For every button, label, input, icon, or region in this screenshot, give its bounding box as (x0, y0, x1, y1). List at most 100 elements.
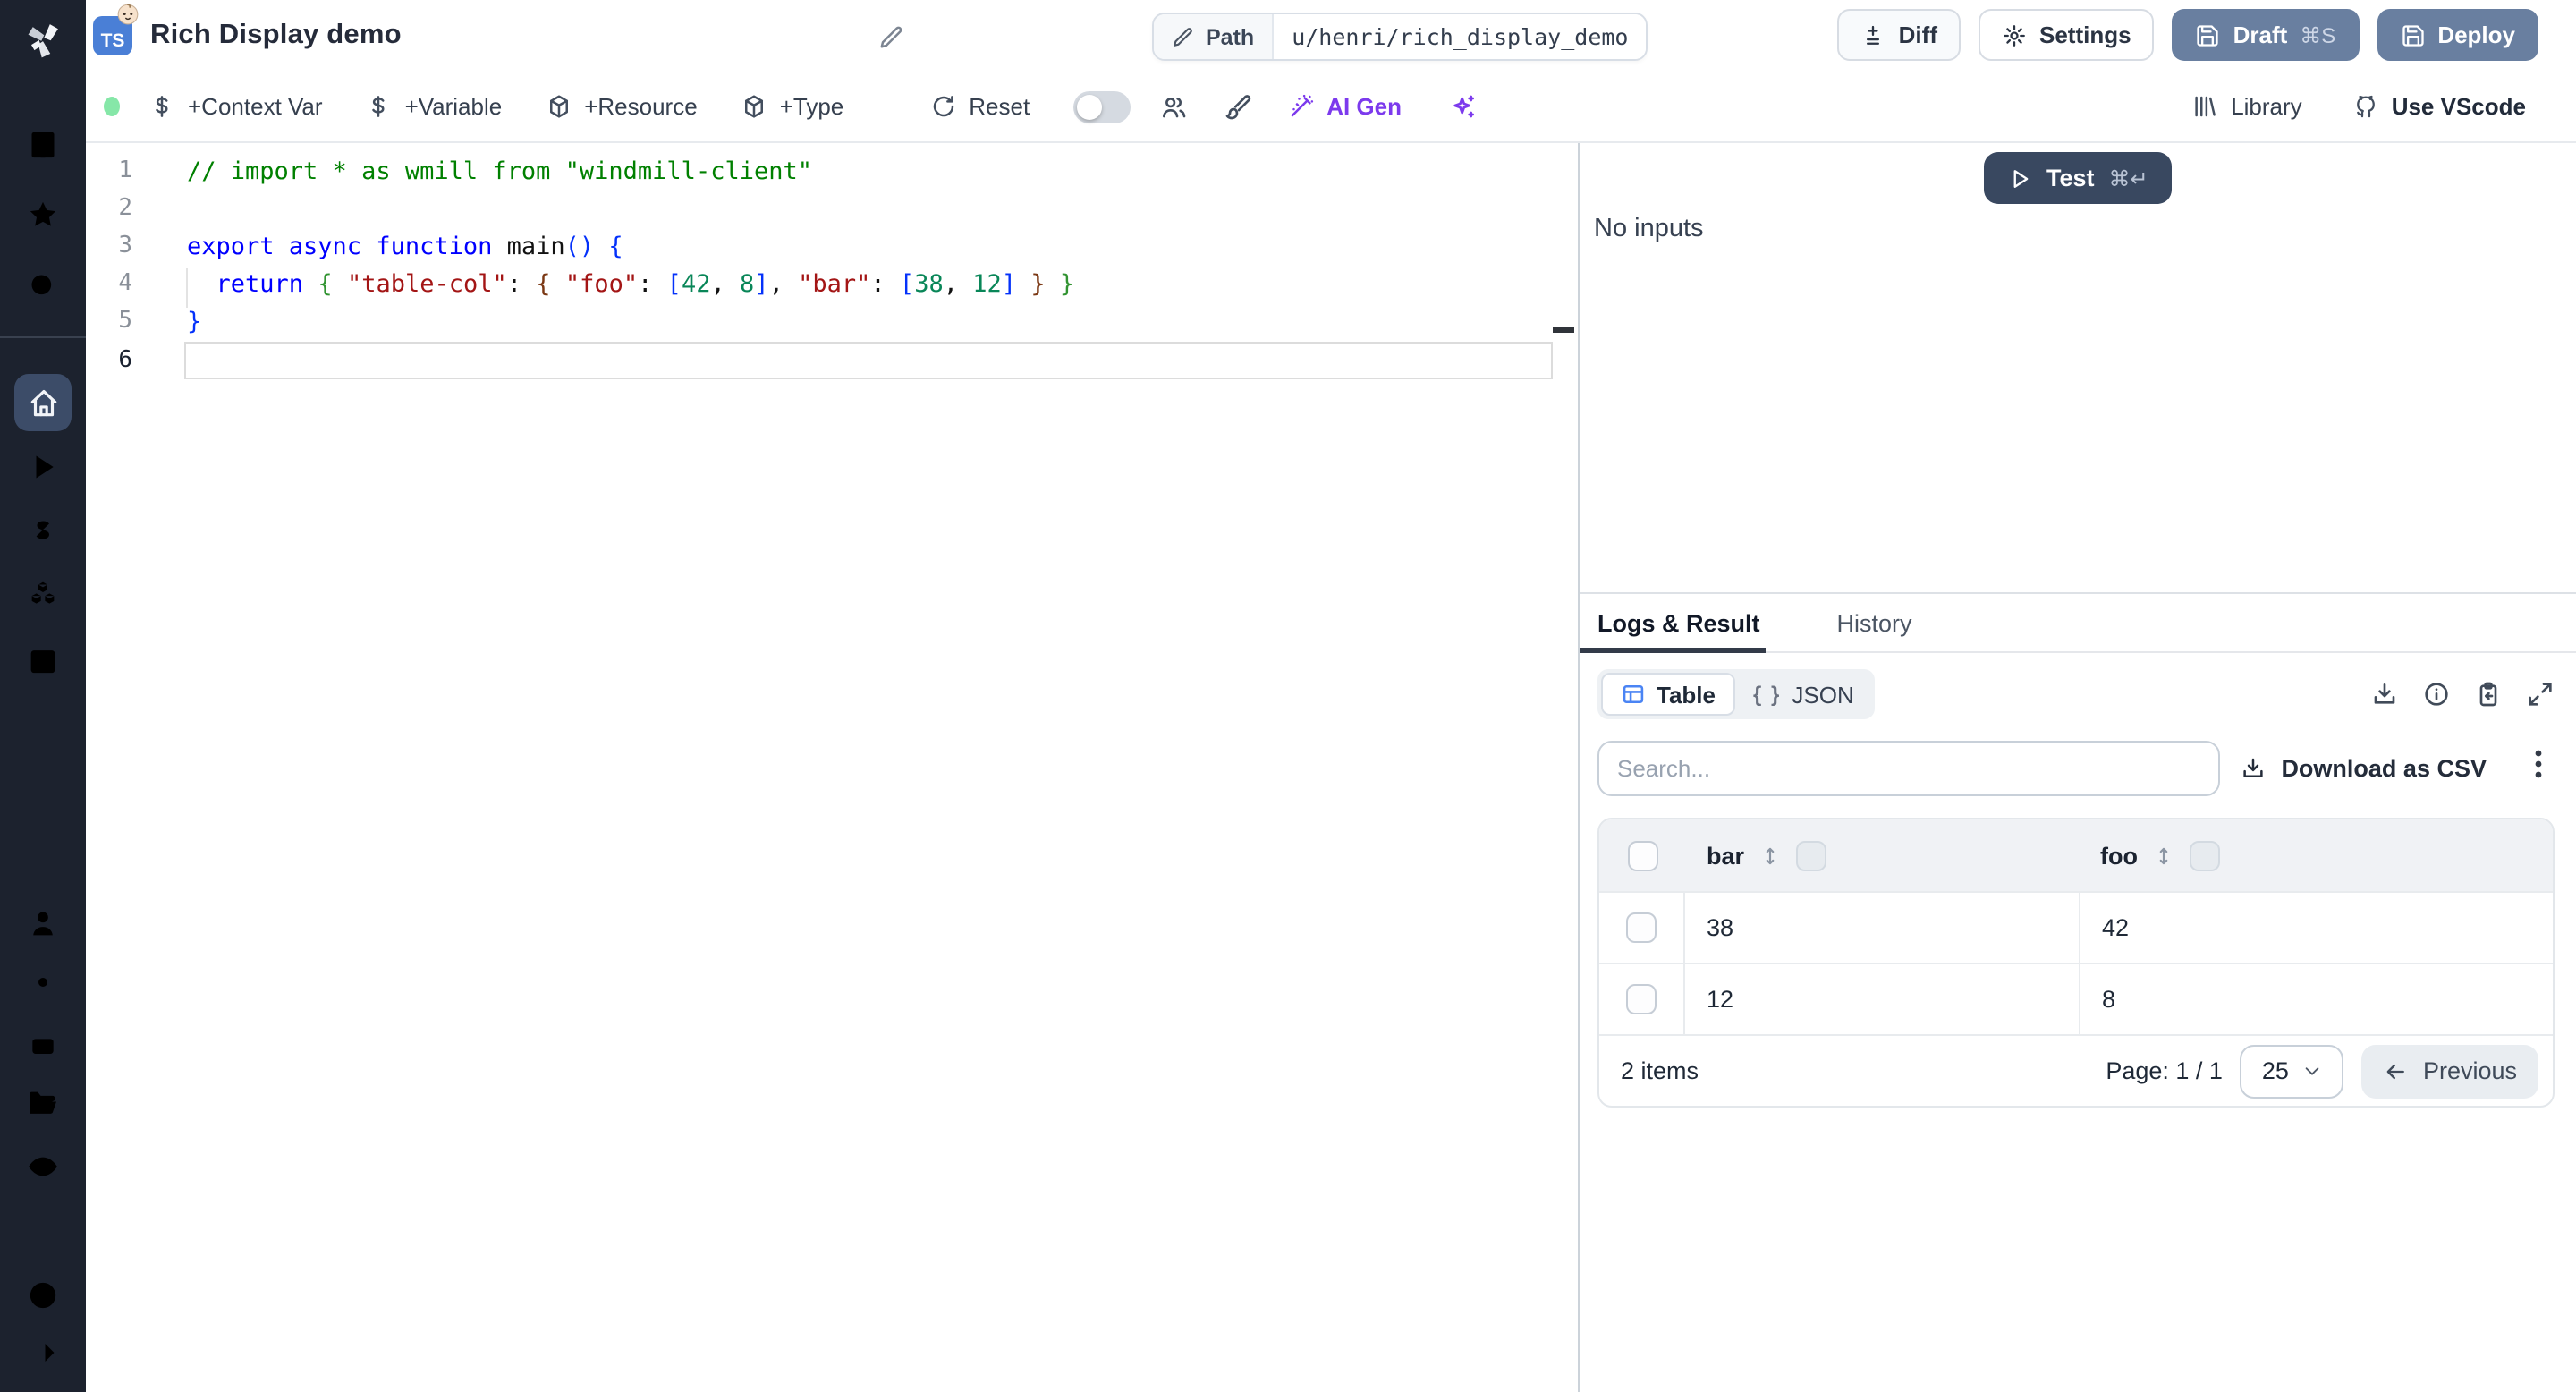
sort-icon[interactable] (2152, 844, 2175, 867)
format-brush-icon[interactable] (1223, 92, 1251, 121)
help-icon[interactable] (25, 1277, 61, 1313)
deploy-button[interactable]: Deploy (2377, 9, 2538, 61)
expand-icon[interactable] (2526, 680, 2555, 709)
table-header-cell-foo[interactable]: foo (2079, 819, 2553, 891)
previous-page-button[interactable]: Previous (2361, 1044, 2538, 1098)
use-vscode-button[interactable]: Use VScode (2352, 93, 2526, 120)
table-cell: 38 (1685, 893, 2079, 963)
view-json-segment[interactable]: { } JSON (1735, 673, 1872, 716)
cell-value: 42 (2102, 914, 2130, 941)
search-icon[interactable] (25, 268, 61, 304)
table-cell: 42 (2079, 893, 2553, 963)
sort-icon[interactable] (1758, 844, 1782, 867)
sidebar-item-home[interactable] (14, 374, 72, 431)
add-variable-button[interactable]: +Variable (366, 93, 502, 120)
download-csv-button[interactable]: Download as CSV (2240, 755, 2487, 782)
sidebar-item-settings[interactable] (25, 964, 61, 1000)
sidebar-item-audit-logs[interactable] (25, 1149, 61, 1184)
code-line[interactable]: 1 // import * as wmill from "windmill-cli… (86, 152, 1578, 190)
add-resource-button[interactable]: +Resource (545, 93, 698, 120)
view-segmented-control: Table { } JSON (1597, 669, 1876, 719)
code-editor[interactable]: 1 // import * as wmill from "windmill-cli… (86, 143, 1578, 1392)
sidebar-item-resources[interactable] (25, 578, 61, 614)
toolbar-right: Library Use VScode (2191, 93, 2576, 120)
sparkles-icon[interactable] (1448, 92, 1477, 121)
sidebar (0, 0, 86, 1392)
code-line[interactable]: 4 return { "table-col": { "foo": [42, 8]… (86, 266, 1578, 303)
sidebar-item-folders[interactable] (25, 1086, 61, 1122)
search-input[interactable] (1597, 741, 2220, 796)
table-header-cell-bar[interactable]: bar (1685, 819, 2079, 891)
code-line[interactable]: 3 export async function main() { (86, 227, 1578, 265)
column-filter-checkbox[interactable] (1796, 840, 1827, 870)
save-icon (2197, 24, 2219, 46)
toggle-knob (1076, 94, 1102, 119)
reset-button[interactable]: Reset (929, 93, 1030, 120)
code-text: // import * as wmill from "windmill-clie… (187, 157, 812, 186)
code-text: export async function main() { (187, 232, 623, 261)
test-shortcut: ⌘↵ (2108, 166, 2148, 191)
collapse-sidebar-arrow-icon[interactable] (25, 1335, 61, 1371)
code-line[interactable]: 5} (86, 303, 1578, 341)
code-line[interactable]: 2 (86, 190, 1578, 227)
items-count: 2 items (1621, 1057, 1699, 1084)
row-select-cell (1599, 893, 1685, 963)
view-table-segment[interactable]: Table (1601, 673, 1735, 716)
table-row[interactable]: 38 42 (1599, 891, 2553, 963)
code-line[interactable]: 6 (86, 341, 1578, 379)
table-icon (1623, 684, 1644, 704)
table-menu-kebab-icon[interactable] (2535, 750, 2542, 787)
row-checkbox[interactable] (1626, 912, 1657, 943)
topbar: TS Rich Display demo Path u/henri/rich_d… (86, 0, 2576, 72)
active-tab-underline (1580, 648, 1766, 653)
sidebar-item-runs[interactable] (25, 449, 61, 485)
multiplayer-users-icon[interactable] (1158, 92, 1187, 121)
gear-icon (2004, 24, 2025, 46)
draft-button[interactable]: Draft ⌘S (2172, 9, 2360, 61)
sidebar-item-workers[interactable] (25, 1027, 61, 1063)
draft-shortcut: ⌘S (2300, 22, 2336, 47)
path-widget[interactable]: Path u/henri/rich_display_demo (1152, 13, 1648, 61)
chevron-down-icon (2306, 1067, 2320, 1075)
favorites-star-icon[interactable] (25, 197, 61, 233)
windmill-logo-icon[interactable] (20, 16, 66, 63)
line-number: 3 (118, 233, 132, 260)
page-title: Rich Display demo (150, 20, 402, 50)
info-icon[interactable] (2422, 680, 2451, 709)
add-type-button[interactable]: +Type (741, 93, 843, 120)
add-context-var-button[interactable]: +Context Var (148, 93, 323, 120)
tab-logs-result[interactable]: Logs & Result (1597, 609, 1760, 636)
edit-summary-pencil-icon[interactable] (878, 23, 905, 50)
diff-button[interactable]: Diff (1837, 9, 1961, 61)
table-row[interactable]: 12 8 (1599, 963, 2553, 1034)
sidebar-item-schedules[interactable] (25, 642, 61, 678)
diff-mode-toggle[interactable] (1072, 90, 1131, 123)
test-zone: Test ⌘↵ No inputs (1580, 143, 2576, 592)
path-value[interactable]: u/henri/rich_display_demo (1274, 14, 1647, 59)
column-filter-checkbox[interactable] (2190, 840, 2220, 870)
package-icon (549, 95, 568, 118)
sidebar-item-users[interactable] (25, 905, 61, 941)
line-number: 6 (118, 346, 132, 374)
view-row: Table { } JSON (1597, 669, 2555, 719)
code-lines: 1 // import * as wmill from "windmill-cli… (86, 152, 1578, 379)
download-icon[interactable] (2370, 680, 2399, 709)
result-actions (2370, 680, 2555, 709)
tab-history[interactable]: History (1837, 609, 1912, 636)
top-actions: Diff Settings Draft ⌘S Deploy (1837, 9, 2538, 61)
ai-gen-button[interactable]: AI Gen (1287, 93, 1402, 120)
status-dot (104, 97, 120, 116)
braces-icon: { } (1753, 682, 1782, 707)
save-icon (2402, 24, 2423, 46)
page-size-select[interactable]: 25 (2240, 1044, 2344, 1098)
no-inputs-label: No inputs (1594, 215, 1704, 243)
row-checkbox[interactable] (1626, 984, 1657, 1014)
copy-result-clipboard-icon[interactable] (2474, 680, 2503, 709)
sidebar-item-variables[interactable] (25, 514, 61, 549)
current-line-highlight (184, 341, 1553, 379)
workspace-icon[interactable] (25, 127, 61, 163)
settings-button[interactable]: Settings (1979, 9, 2155, 61)
test-button[interactable]: Test ⌘↵ (1984, 152, 2172, 204)
select-all-checkbox[interactable] (1627, 840, 1657, 870)
library-button[interactable]: Library (2191, 93, 2302, 120)
